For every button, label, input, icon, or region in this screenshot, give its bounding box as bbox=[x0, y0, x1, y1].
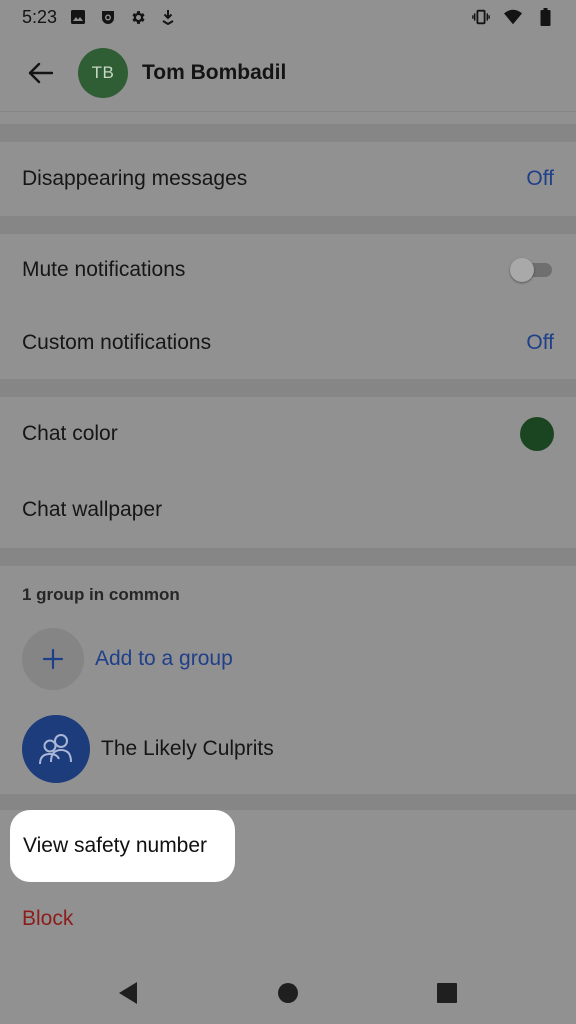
nav-home-button[interactable] bbox=[273, 978, 303, 1008]
chat-color-label: Chat color bbox=[22, 422, 118, 445]
section-divider bbox=[0, 216, 576, 234]
battery-icon bbox=[536, 8, 554, 26]
group-name: The Likely Culprits bbox=[101, 737, 274, 760]
app-bar: TB Tom Bombadil bbox=[0, 34, 576, 112]
add-to-group-button[interactable]: Add to a group bbox=[22, 628, 233, 690]
mute-notifications-label: Mute notifications bbox=[22, 258, 186, 281]
download-icon bbox=[159, 8, 177, 26]
block-label: Block bbox=[22, 907, 74, 930]
plus-icon bbox=[22, 628, 84, 690]
chat-wallpaper-row[interactable]: Chat wallpaper bbox=[0, 471, 576, 548]
block-button[interactable]: Block bbox=[22, 907, 73, 931]
view-safety-number-label: View safety number bbox=[23, 834, 208, 857]
wifi-icon bbox=[504, 8, 522, 26]
smile-badge-icon bbox=[99, 8, 117, 26]
disappearing-messages-value: Off bbox=[526, 167, 554, 190]
add-to-group-label: Add to a group bbox=[95, 647, 233, 670]
section-divider bbox=[0, 124, 576, 142]
section-divider bbox=[0, 548, 576, 566]
chat-color-swatch bbox=[520, 417, 554, 451]
disappearing-messages-label: Disappearing messages bbox=[22, 167, 248, 190]
groups-section-title: 1 group in common bbox=[22, 585, 180, 604]
group-list-item[interactable]: The Likely Culprits bbox=[22, 715, 274, 783]
group-avatar bbox=[22, 715, 90, 783]
system-nav-bar bbox=[0, 960, 576, 1024]
custom-notifications-row[interactable]: Custom notifications Off bbox=[0, 306, 576, 379]
circle-home-icon bbox=[278, 983, 298, 1003]
toggle-thumb bbox=[510, 258, 534, 282]
back-button[interactable] bbox=[20, 53, 60, 93]
disappearing-messages-row[interactable]: Disappearing messages Off bbox=[0, 142, 576, 216]
section-divider bbox=[0, 379, 576, 397]
status-time: 5:23 bbox=[22, 6, 58, 27]
arrow-left-icon bbox=[28, 62, 53, 83]
gear-icon bbox=[129, 8, 147, 26]
status-bar: 5:23 bbox=[0, 0, 576, 34]
vibrate-icon bbox=[472, 8, 490, 26]
avatar[interactable]: TB bbox=[78, 47, 128, 98]
custom-notifications-value: Off bbox=[526, 330, 554, 354]
view-safety-number-button[interactable]: View safety number bbox=[10, 810, 235, 882]
square-recents-icon bbox=[437, 983, 457, 1003]
nav-back-button[interactable] bbox=[113, 978, 143, 1008]
chat-wallpaper-label: Chat wallpaper bbox=[22, 497, 163, 521]
triangle-back-icon bbox=[119, 982, 137, 1004]
group-people-icon bbox=[39, 734, 72, 765]
status-icons-right bbox=[472, 8, 554, 26]
custom-notifications-label: Custom notifications bbox=[22, 330, 212, 354]
mute-notifications-row[interactable]: Mute notifications bbox=[0, 234, 576, 306]
nav-recents-button[interactable] bbox=[432, 978, 462, 1008]
contact-name: Tom Bombadil bbox=[142, 60, 287, 84]
mute-notifications-toggle[interactable] bbox=[510, 258, 554, 282]
chat-color-row[interactable]: Chat color bbox=[0, 397, 576, 471]
status-icons-left bbox=[69, 8, 177, 26]
image-icon bbox=[69, 8, 87, 26]
section-divider bbox=[0, 794, 576, 810]
